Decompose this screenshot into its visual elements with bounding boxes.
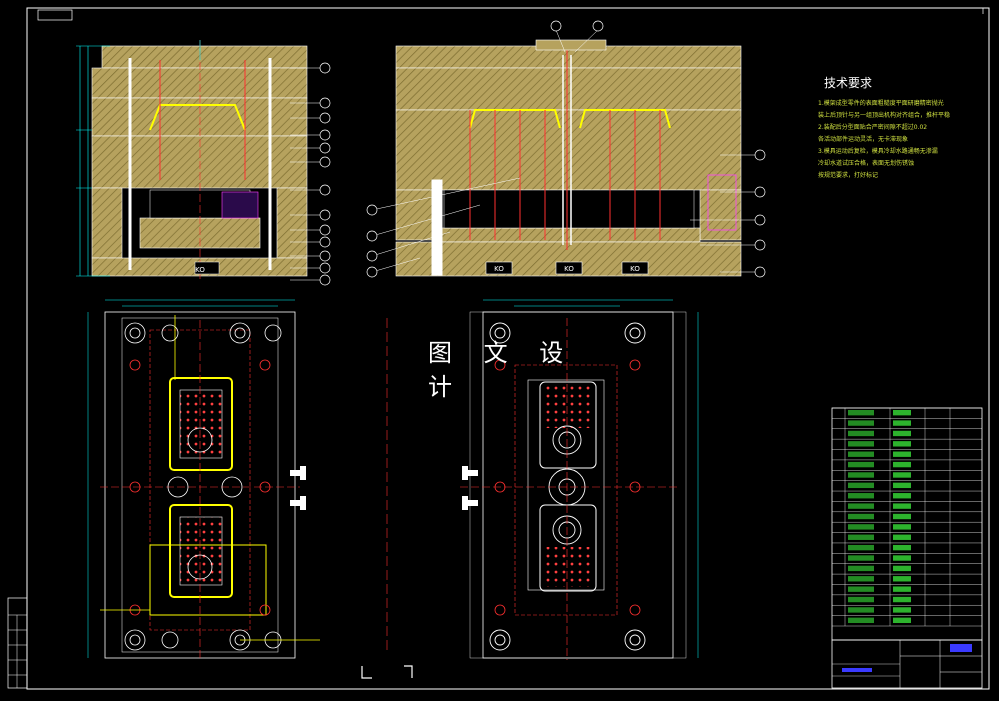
- parts-row-material: [893, 555, 911, 561]
- parts-row-name: [848, 472, 874, 478]
- tech-line-1: 1.模架成型零件的表面粗糙度平面研磨精密抛光: [818, 100, 944, 107]
- parts-row-name: [848, 493, 874, 499]
- parts-row-name: [848, 555, 874, 561]
- parts-row-material: [893, 524, 911, 530]
- parts-row-material: [893, 534, 911, 540]
- drawing-label-box: [37, 9, 73, 21]
- title-block: [831, 639, 983, 689]
- parts-row-name: [848, 607, 874, 613]
- parts-row-material: [893, 617, 911, 623]
- parts-row-material: [893, 441, 911, 447]
- tech-line-4: 各活动部件运动灵活，无卡滞现象: [818, 136, 909, 143]
- parts-row-name: [848, 441, 874, 447]
- parts-row-name: [848, 565, 874, 572]
- parts-row-material: [893, 586, 911, 592]
- parts-row-name: [848, 513, 874, 520]
- parts-row-material: [893, 430, 911, 437]
- parts-row-material: [893, 513, 911, 520]
- parts-row-material: [893, 472, 911, 478]
- ko-label-4: KO: [630, 265, 640, 273]
- parts-row-name: [848, 576, 874, 582]
- tech-line-7: 按规范要求，打好标记: [818, 172, 879, 179]
- technical-requirements-text: 1.模架成型零件的表面粗糙度平面研磨精密抛光 装上后顶针与另一组顶出机构对齐组合…: [818, 98, 986, 182]
- parts-row-name: [848, 420, 874, 426]
- parts-row-name: [848, 586, 874, 592]
- parts-row-name: [848, 410, 874, 416]
- tech-line-5: 3.模具运动后复检，模具冷却水路通畅无渗漏: [818, 148, 938, 155]
- parts-row-material: [893, 503, 911, 509]
- tech-line-6: 冷却水道试压合格，表面无划伤锈蚀: [818, 160, 915, 167]
- parts-row-material: [893, 607, 911, 613]
- parts-row-material: [893, 482, 911, 489]
- watermark-title: 图 文 设 计: [428, 339, 576, 401]
- parts-list-table: [831, 407, 983, 641]
- parts-row-material: [893, 420, 911, 426]
- parts-row-material: [893, 451, 911, 457]
- parts-row-name: [848, 617, 874, 623]
- parts-row-name: [848, 524, 874, 530]
- ko-label-3: KO: [564, 265, 574, 273]
- parts-row-name: [848, 482, 874, 489]
- parts-row-material: [893, 544, 911, 551]
- parts-row-name: [848, 544, 874, 551]
- section-view-right: KO KO KO: [366, 20, 766, 278]
- parts-row-name: [848, 534, 874, 540]
- parts-row-name: [848, 461, 874, 468]
- parts-row-material: [893, 576, 911, 582]
- section-view-left: KO: [76, 40, 331, 286]
- parts-row-material: [893, 565, 911, 572]
- parts-row-name: [848, 451, 874, 457]
- parts-row-material: [893, 493, 911, 499]
- parts-row-material: [893, 596, 911, 603]
- ko-label-2: KO: [494, 265, 504, 273]
- plan-view-left: [87, 299, 320, 660]
- technical-requirements-title: 技术要求: [824, 76, 873, 90]
- parts-row-name: [848, 503, 874, 509]
- parts-row-name: [848, 596, 874, 603]
- left-border-table: [7, 597, 28, 689]
- tech-line-2: 装上后顶针与另一组顶出机构对齐组合，推杆平稳: [818, 112, 951, 119]
- ko-label-1: KO: [195, 266, 205, 274]
- tech-line-3: 2.装配后分型面贴合严密间隙不超过0.02: [818, 124, 928, 131]
- parts-row-material: [893, 410, 911, 416]
- parts-row-material: [893, 461, 911, 468]
- parts-row-name: [848, 430, 874, 437]
